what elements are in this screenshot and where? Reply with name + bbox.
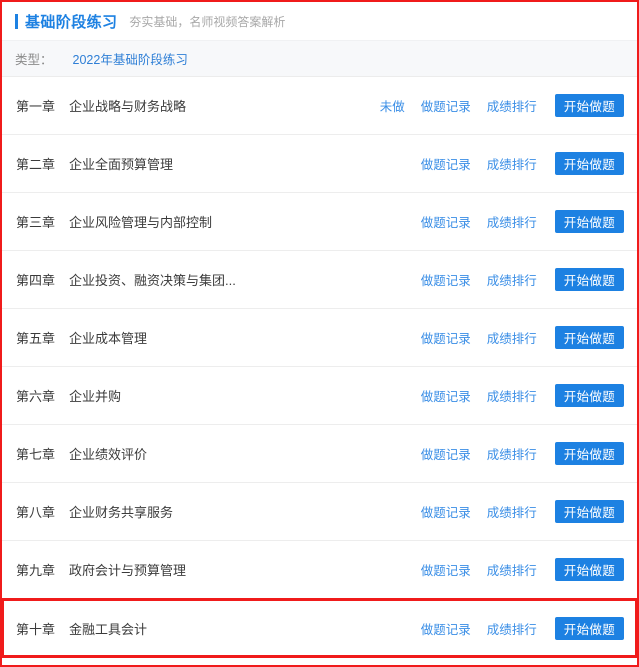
type-filter-option-selected[interactable]: 2022年基础阶段练习	[73, 49, 188, 68]
practice-records-link[interactable]: 做题记录	[421, 154, 471, 173]
chapter-row[interactable]: 第四章 企业投资、融资决策与集团... 做题记录 成绩排行 开始做题	[2, 251, 637, 309]
type-filter-row: 类型： 2022年基础阶段练习	[2, 40, 637, 77]
start-practice-button[interactable]: 开始做题	[554, 210, 624, 233]
page-title: 基础阶段练习	[25, 13, 118, 31]
chapter-title-label: 企业财务共享服务	[69, 505, 174, 520]
practice-records-link[interactable]: 做题记录	[421, 444, 471, 463]
chapter-status-badge: 未做	[379, 100, 405, 114]
score-ranking-link[interactable]: 成绩排行	[487, 386, 537, 405]
chapter-number-label: 第六章	[16, 389, 56, 404]
type-filter-label: 类型：	[15, 53, 53, 67]
start-practice-button[interactable]: 开始做题	[554, 616, 624, 640]
start-practice-button[interactable]: 开始做题	[554, 500, 624, 523]
chapter-number-label: 第一章	[16, 99, 56, 114]
chapter-row-actions: 做题记录 成绩排行 开始做题	[421, 326, 624, 349]
chapter-number-label: 第五章	[16, 331, 56, 346]
practice-records-link[interactable]: 做题记录	[421, 386, 471, 405]
annotated-screenshot-frame: 基础阶段练习 夯实基础，名师视频答案解析 类型： 2022年基础阶段练习 第一章…	[0, 0, 639, 667]
chapter-title-label: 企业成本管理	[69, 331, 148, 346]
chapter-row-actions: 做题记录 成绩排行 开始做题	[421, 152, 624, 175]
chapter-title-label: 企业风险管理与内部控制	[69, 215, 213, 230]
practice-records-link[interactable]: 做题记录	[421, 270, 471, 289]
practice-records-link[interactable]: 做题记录	[421, 328, 471, 347]
chapter-title-label: 金融工具会计	[69, 621, 148, 637]
chapter-title-label: 企业投资、融资决策与集团...	[69, 273, 236, 288]
chapter-row[interactable]: 第二章 企业全面预算管理 做题记录 成绩排行 开始做题	[2, 135, 637, 193]
panel-header: 基础阶段练习 夯实基础，名师视频答案解析	[2, 2, 637, 40]
chapter-row-actions: 未做 做题记录 成绩排行 开始做题	[380, 94, 624, 117]
start-practice-button[interactable]: 开始做题	[554, 94, 624, 117]
chapter-title-label: 政府会计与预算管理	[69, 563, 187, 578]
score-ranking-link[interactable]: 成绩排行	[487, 619, 537, 638]
chapter-row[interactable]: 第七章 企业绩效评价 做题记录 成绩排行 开始做题	[2, 425, 637, 483]
title-accent-bar-icon	[15, 13, 18, 29]
practice-records-link[interactable]: 做题记录	[421, 212, 471, 231]
chapter-number-label: 第三章	[16, 215, 56, 230]
score-ranking-link[interactable]: 成绩排行	[487, 328, 537, 347]
score-ranking-link[interactable]: 成绩排行	[487, 154, 537, 173]
chapter-row-actions: 做题记录 成绩排行 开始做题	[421, 442, 624, 465]
chapter-list: 第一章 企业战略与财务战略 未做 做题记录 成绩排行 开始做题 第二章 企业全面预算管理 做题记…	[2, 77, 637, 658]
chapter-number-label: 第二章	[16, 157, 56, 172]
score-ranking-link[interactable]: 成绩排行	[487, 212, 537, 231]
score-ranking-link[interactable]: 成绩排行	[487, 502, 537, 521]
practice-records-link[interactable]: 做题记录	[421, 96, 471, 115]
score-ranking-link[interactable]: 成绩排行	[487, 96, 537, 115]
chapter-title-label: 企业战略与财务战略	[69, 99, 187, 114]
chapter-row[interactable]: 第十章 金融工具会计 做题记录 成绩排行 开始做题	[2, 598, 637, 658]
start-practice-button[interactable]: 开始做题	[554, 442, 624, 465]
start-practice-button[interactable]: 开始做题	[554, 152, 624, 175]
chapter-title-label: 企业全面预算管理	[69, 157, 174, 172]
chapter-row[interactable]: 第五章 企业成本管理 做题记录 成绩排行 开始做题	[2, 309, 637, 367]
chapter-row[interactable]: 第一章 企业战略与财务战略 未做 做题记录 成绩排行 开始做题	[2, 77, 637, 135]
chapter-title-label: 企业绩效评价	[69, 447, 148, 462]
page-subtitle: 夯实基础，名师视频答案解析	[129, 14, 286, 29]
practice-panel: 基础阶段练习 夯实基础，名师视频答案解析 类型： 2022年基础阶段练习 第一章…	[2, 2, 637, 665]
chapter-row[interactable]: 第八章 企业财务共享服务 做题记录 成绩排行 开始做题	[2, 483, 637, 541]
chapter-number-label: 第七章	[16, 447, 56, 462]
start-practice-button[interactable]: 开始做题	[554, 558, 624, 581]
chapter-row-actions: 做题记录 成绩排行 开始做题	[421, 384, 624, 407]
start-practice-button[interactable]: 开始做题	[554, 326, 624, 349]
chapter-number-label: 第四章	[16, 273, 56, 288]
chapter-row-actions: 做题记录 成绩排行 开始做题	[421, 616, 624, 640]
chapter-number-label: 第十章	[16, 621, 56, 637]
practice-records-link[interactable]: 做题记录	[421, 502, 471, 521]
practice-records-link[interactable]: 做题记录	[421, 619, 471, 638]
score-ranking-link[interactable]: 成绩排行	[487, 560, 537, 579]
chapter-row-actions: 做题记录 成绩排行 开始做题	[421, 558, 624, 581]
score-ranking-link[interactable]: 成绩排行	[487, 270, 537, 289]
chapter-number-label: 第八章	[16, 505, 56, 520]
start-practice-button[interactable]: 开始做题	[554, 268, 624, 291]
score-ranking-link[interactable]: 成绩排行	[487, 444, 537, 463]
chapter-row-actions: 做题记录 成绩排行 开始做题	[421, 500, 624, 523]
chapter-row[interactable]: 第九章 政府会计与预算管理 做题记录 成绩排行 开始做题	[2, 541, 637, 599]
chapter-title-label: 企业并购	[69, 389, 122, 404]
chapter-row-actions: 做题记录 成绩排行 开始做题	[421, 210, 624, 233]
chapter-number-label: 第九章	[16, 563, 56, 578]
chapter-row-actions: 做题记录 成绩排行 开始做题	[421, 268, 624, 291]
start-practice-button[interactable]: 开始做题	[554, 384, 624, 407]
practice-records-link[interactable]: 做题记录	[421, 560, 471, 579]
chapter-row[interactable]: 第三章 企业风险管理与内部控制 做题记录 成绩排行 开始做题	[2, 193, 637, 251]
chapter-row[interactable]: 第六章 企业并购 做题记录 成绩排行 开始做题	[2, 367, 637, 425]
